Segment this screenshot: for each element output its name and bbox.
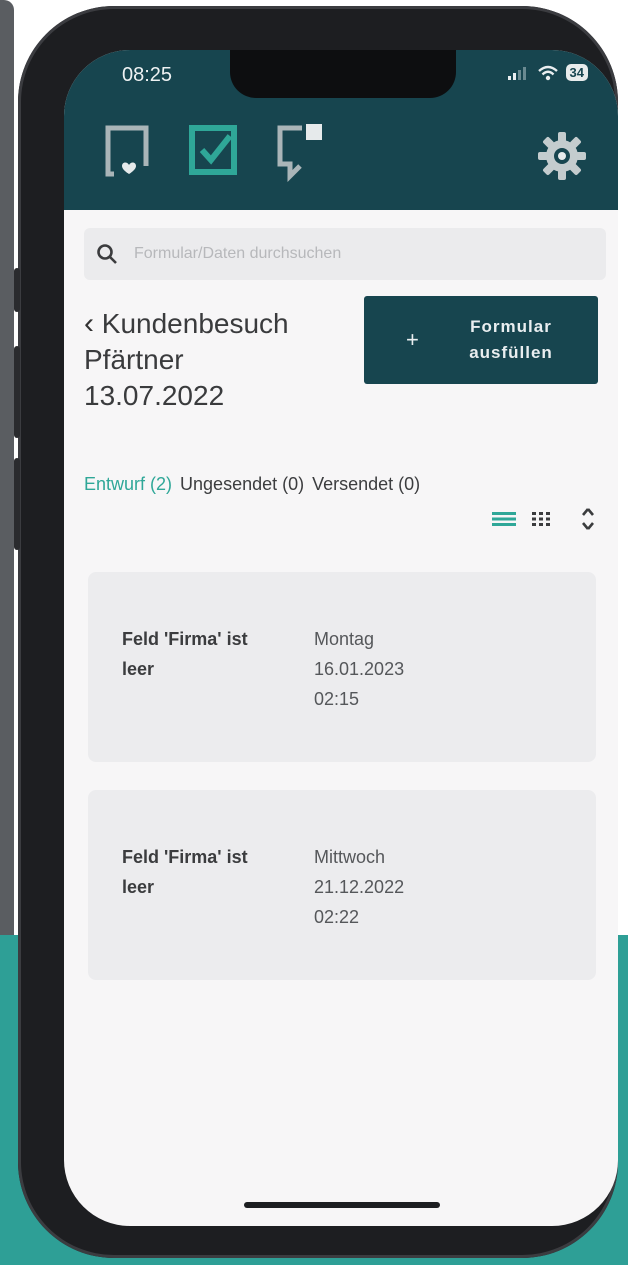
tab-draft[interactable]: Entwurf (2) [84, 474, 172, 495]
volume-down-button [14, 458, 20, 550]
search-icon [97, 244, 117, 264]
signal-icon [507, 66, 526, 80]
wifi-icon [537, 65, 558, 80]
entry-title: Feld 'Firma' ist leer [122, 847, 248, 897]
search-bar [84, 228, 606, 280]
entry-date-value: 21.12.2022 [314, 877, 405, 897]
list-item[interactable]: Feld 'Firma' ist leer Montag 16.01.2023 … [88, 572, 596, 762]
status-time: 08:25 [122, 64, 173, 86]
app-header: 08:25 34 [64, 50, 618, 210]
battery-indicator: 34 [565, 64, 588, 81]
entry-date: Montag 16.01.2023 02:15 [314, 624, 494, 714]
notch [230, 50, 456, 98]
entry-time: 02:15 [314, 689, 360, 709]
status-icons: 34 [507, 64, 588, 81]
form-heart-icon[interactable] [100, 120, 156, 182]
header-nav [100, 120, 328, 182]
volume-up-button [14, 346, 20, 438]
chevron-left-icon: ‹ [84, 307, 94, 340]
chat-form-icon[interactable] [272, 120, 328, 182]
page-title-line-1: Kundenbesuch [101, 308, 289, 339]
page-title: ‹ Kundenbesuch Pfärtner 13.07.2022 [84, 306, 344, 414]
checkbox-icon[interactable] [186, 120, 242, 182]
entry-time: 02:22 [314, 907, 360, 927]
search-input[interactable] [132, 244, 576, 264]
entry-date: Mittwoch 21.12.2022 02:22 [314, 842, 494, 932]
phone-frame: 08:25 34 Formular/Daten durchsuchen ‹ Ku… [14, 6, 618, 1258]
back-button[interactable]: ‹ Kundenbesuch [84, 306, 344, 342]
list-item[interactable]: Feld 'Firma' ist leer Mittwoch 21.12.202… [88, 790, 596, 980]
sort-icon[interactable] [578, 508, 598, 530]
list-view-icon[interactable] [492, 511, 516, 527]
tab-unsent[interactable]: Ungesendet (0) [180, 474, 304, 495]
home-indicator [244, 1202, 440, 1208]
tab-sent[interactable]: Versendet (0) [312, 474, 420, 495]
view-tools [492, 508, 598, 530]
entry-weekday: Montag [314, 629, 375, 649]
app-screen: 08:25 34 Formular/Daten durchsuchen ‹ Ku… [64, 50, 618, 1226]
page-title-line-3: 13.07.2022 [84, 380, 225, 411]
page-title-line-2: Pfärtner [84, 344, 184, 375]
mute-switch [14, 268, 20, 312]
grid-view-icon[interactable] [532, 511, 550, 527]
fill-form-button-label: Formular ausfüllen [469, 317, 553, 362]
entry-title: Feld 'Firma' ist leer [122, 629, 248, 679]
status-tabs: Entwurf (2) Ungesendet (0) Versendet (0) [84, 474, 420, 495]
fill-form-button[interactable]: + Formular ausfüllen [364, 296, 598, 384]
gear-icon[interactable] [536, 130, 588, 182]
entry-weekday: Mittwoch [314, 847, 386, 867]
plus-icon: + [406, 327, 419, 352]
entry-date-value: 16.01.2023 [314, 659, 405, 679]
